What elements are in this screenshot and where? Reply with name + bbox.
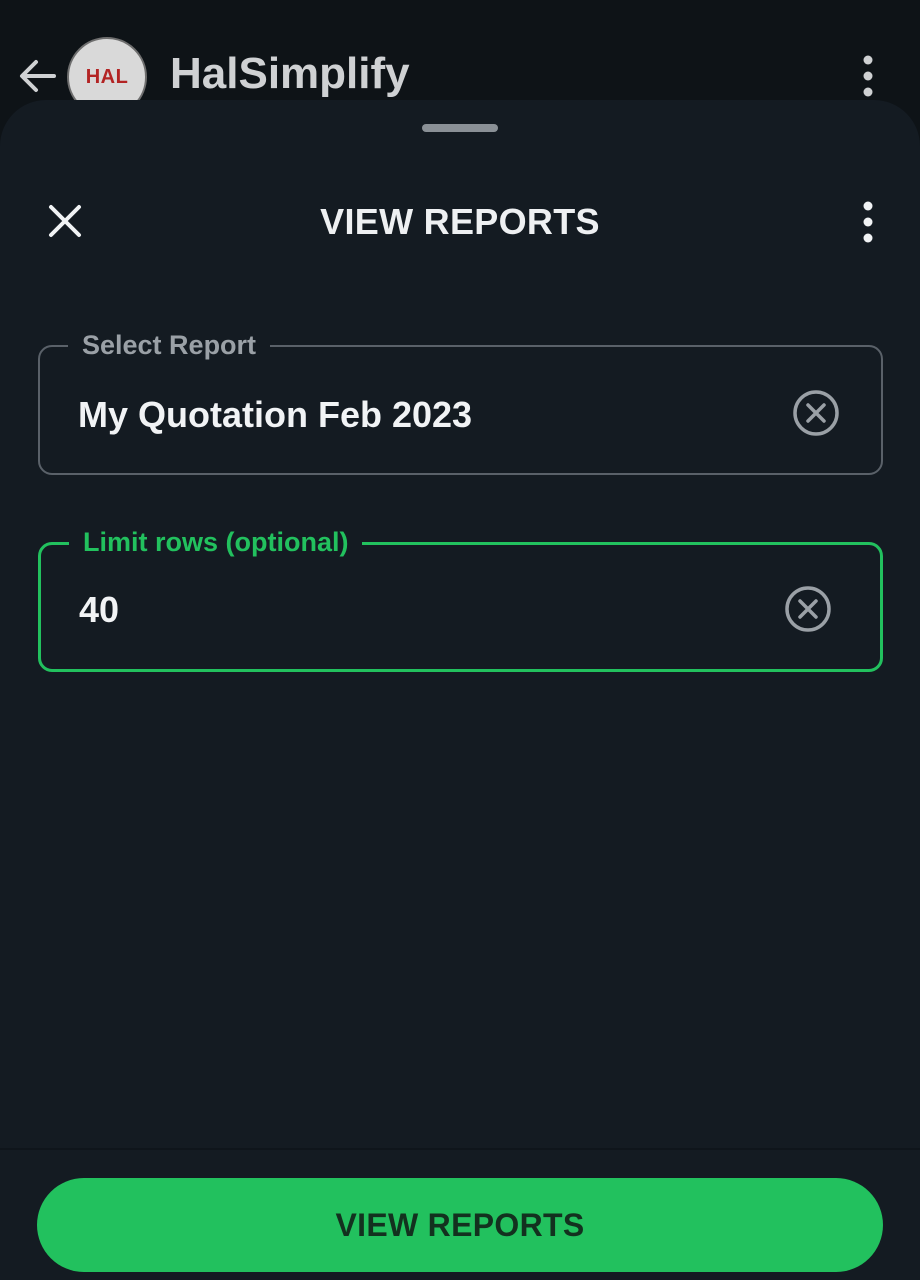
view-reports-button[interactable]: VIEW REPORTS: [37, 1178, 883, 1272]
footer-divider: [0, 1148, 920, 1150]
select-report-value[interactable]: My Quotation Feb 2023: [78, 393, 472, 437]
drag-handle[interactable]: [422, 124, 498, 132]
app-title: HalSimplify: [170, 49, 410, 98]
bottom-sheet: VIEW REPORTS Select Report My Quotation …: [0, 100, 920, 1280]
limit-rows-input[interactable]: 40: [79, 588, 119, 632]
clear-circle-icon[interactable]: [783, 584, 833, 634]
back-arrow-icon[interactable]: [16, 54, 60, 98]
more-vertical-icon[interactable]: [852, 198, 884, 246]
select-report-label: Select Report: [68, 327, 271, 363]
sheet-title: VIEW REPORTS: [320, 201, 600, 242]
select-report-field[interactable]: Select Report My Quotation Feb 2023: [38, 327, 883, 475]
limit-rows-label: Limit rows (optional): [69, 524, 363, 560]
more-vertical-icon[interactable]: [852, 52, 884, 100]
limit-rows-field[interactable]: Limit rows (optional) 40: [38, 524, 883, 672]
clear-circle-icon[interactable]: [791, 388, 841, 438]
